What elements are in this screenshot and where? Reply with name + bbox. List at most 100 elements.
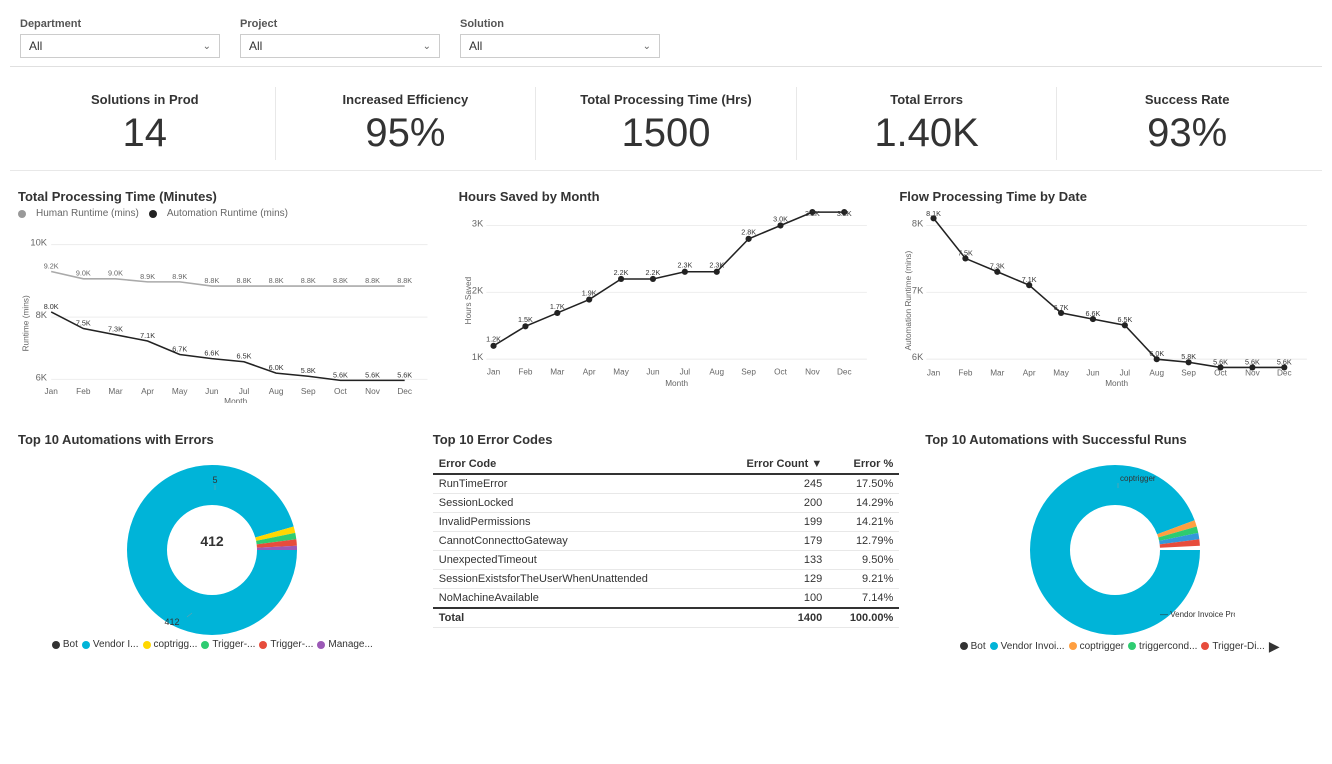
svg-text:6.0K: 6.0K xyxy=(269,363,284,372)
error-count-cell: 199 xyxy=(716,513,828,532)
svg-text:7.5K: 7.5K xyxy=(76,318,91,327)
col-error-code: Error Code xyxy=(433,455,716,474)
kpi-success-label: Success Rate xyxy=(1067,92,1307,107)
project-select[interactable]: All ⌄ xyxy=(240,34,440,58)
table-row: UnexpectedTimeout 133 9.50% xyxy=(433,551,900,570)
legend-vendor-success: Vendor Invoi... xyxy=(990,639,1065,653)
svg-text:6.5K: 6.5K xyxy=(237,352,252,361)
svg-text:9.0K: 9.0K xyxy=(76,269,91,278)
top-errors-section: Top 10 Automations with Errors 412 xyxy=(10,424,415,683)
svg-text:8.1K: 8.1K xyxy=(926,209,941,218)
error-codes-section: Top 10 Error Codes Error Code Error Coun… xyxy=(425,424,908,683)
top-errors-title: Top 10 Automations with Errors xyxy=(18,432,407,447)
svg-text:May: May xyxy=(1054,369,1070,378)
svg-text:6.6K: 6.6K xyxy=(204,349,219,358)
legend-next-success: ▶ xyxy=(1269,639,1280,653)
svg-text:6.5K: 6.5K xyxy=(1118,315,1133,324)
legend-bot: Bot xyxy=(52,639,78,650)
svg-text:Hours Saved: Hours Saved xyxy=(464,276,473,324)
svg-text:Apr: Apr xyxy=(141,386,154,396)
error-codes-table-wrapper[interactable]: Error Code Error Count ▼ Error % RunTime… xyxy=(433,455,900,675)
trigger2-dot xyxy=(259,641,267,649)
dashboard: Department All ⌄ Project All ⌄ Solution … xyxy=(0,0,1332,764)
error-pct-cell: 7.14% xyxy=(828,589,899,609)
svg-text:Jun: Jun xyxy=(1087,369,1101,378)
svg-text:Runtime (mins): Runtime (mins) xyxy=(20,295,30,351)
error-count-cell: 133 xyxy=(716,551,828,570)
auto-runtime-label: Automation Runtime (mins) xyxy=(167,208,288,219)
svg-text:Oct: Oct xyxy=(774,368,788,377)
svg-text:Sep: Sep xyxy=(1182,369,1197,378)
kpi-solutions-label: Solutions in Prod xyxy=(25,92,265,107)
hours-saved-svg: 3K 2K 1K Hours Saved xyxy=(459,208,874,388)
kpi-processing-label: Total Processing Time (Hrs) xyxy=(546,92,786,107)
svg-text:8.8K: 8.8K xyxy=(204,276,219,285)
department-select[interactable]: All ⌄ xyxy=(20,34,220,58)
svg-text:8.9K: 8.9K xyxy=(140,272,155,281)
svg-text:Feb: Feb xyxy=(518,368,533,377)
error-code-cell: NoMachineAvailable xyxy=(433,589,716,609)
error-pct-cell: 14.29% xyxy=(828,494,899,513)
svg-text:May: May xyxy=(613,368,629,377)
processing-time-title: Total Processing Time (Minutes) xyxy=(18,189,433,204)
legend-manage: Manage... xyxy=(317,639,372,650)
donut-errors-svg: 412 5 412 xyxy=(102,455,322,635)
svg-text:5.6K: 5.6K xyxy=(1213,357,1228,366)
svg-text:5.6K: 5.6K xyxy=(397,370,412,379)
kpi-success-value: 93% xyxy=(1067,111,1307,155)
coptrigg-label: coptrigg... xyxy=(154,639,198,650)
svg-text:Dec: Dec xyxy=(837,368,852,377)
error-code-cell: UnexpectedTimeout xyxy=(433,551,716,570)
top-successful-title: Top 10 Automations with Successful Runs xyxy=(925,432,1314,447)
vendor-label: Vendor I... xyxy=(93,639,139,650)
flow-processing-chart: Flow Processing Time by Date 8K 7K 6K Au… xyxy=(891,181,1322,414)
coptrigg-dot xyxy=(143,641,151,649)
svg-text:Aug: Aug xyxy=(1150,369,1165,378)
svg-text:Jan: Jan xyxy=(487,368,501,377)
svg-text:Jan: Jan xyxy=(44,386,58,396)
error-code-cell: SessionLocked xyxy=(433,494,716,513)
svg-text:6.7K: 6.7K xyxy=(1054,303,1069,312)
svg-text:3K: 3K xyxy=(472,219,484,229)
svg-text:Oct: Oct xyxy=(334,386,348,396)
processing-time-chart: Total Processing Time (Minutes) Human Ru… xyxy=(10,181,441,414)
department-chevron-icon: ⌄ xyxy=(203,41,211,52)
svg-text:5.6K: 5.6K xyxy=(333,370,348,379)
svg-text:6K: 6K xyxy=(36,372,48,382)
bot-success-dot xyxy=(960,642,968,650)
bot-dot xyxy=(52,641,60,649)
col-error-count[interactable]: Error Count ▼ xyxy=(716,455,828,474)
kpi-processing-value: 1500 xyxy=(546,111,786,155)
svg-text:Jun: Jun xyxy=(646,368,660,377)
table-row: InvalidPermissions 199 14.21% xyxy=(433,513,900,532)
auto-runtime-dot xyxy=(149,210,157,218)
svg-text:Dec: Dec xyxy=(397,386,412,396)
kpi-solutions-value: 14 xyxy=(25,111,265,155)
svg-text:coptrigger: coptrigger xyxy=(1120,474,1156,483)
svg-text:6.6K: 6.6K xyxy=(1086,309,1101,318)
svg-text:1.5K: 1.5K xyxy=(518,315,533,324)
svg-text:7.3K: 7.3K xyxy=(108,325,123,334)
next-icon[interactable]: ▶ xyxy=(1269,639,1280,653)
donut-errors-container: 412 5 412 Bot Vendor I... xyxy=(18,455,407,650)
error-code-cell: RunTimeError xyxy=(433,474,716,494)
svg-text:2.2K: 2.2K xyxy=(613,268,628,277)
kpi-row: Solutions in Prod 14 Increased Efficienc… xyxy=(10,77,1322,171)
solution-select[interactable]: All ⌄ xyxy=(460,34,660,58)
svg-text:5.6K: 5.6K xyxy=(365,370,380,379)
svg-text:8.0K: 8.0K xyxy=(44,302,59,311)
svg-text:1.2K: 1.2K xyxy=(486,335,501,344)
svg-text:7.3K: 7.3K xyxy=(990,262,1005,271)
col-error-pct: Error % xyxy=(828,455,899,474)
svg-text:8.8K: 8.8K xyxy=(365,276,380,285)
table-row: SessionExistsforTheUserWhenUnattended 12… xyxy=(433,570,900,589)
coptrigger-success-label: coptrigger xyxy=(1080,641,1124,652)
triggerdi-success-dot xyxy=(1201,642,1209,650)
svg-text:— Vendor Invoice Processing Cl: — Vendor Invoice Processing Cl... xyxy=(1160,610,1235,619)
triggerdi-success-label: Trigger-Di... xyxy=(1212,641,1264,652)
svg-text:6K: 6K xyxy=(912,352,924,362)
svg-text:Jul: Jul xyxy=(1120,369,1131,378)
kpi-errors-label: Total Errors xyxy=(807,92,1047,107)
svg-text:Nov: Nov xyxy=(365,386,381,396)
kpi-processing-time: Total Processing Time (Hrs) 1500 xyxy=(536,87,797,160)
